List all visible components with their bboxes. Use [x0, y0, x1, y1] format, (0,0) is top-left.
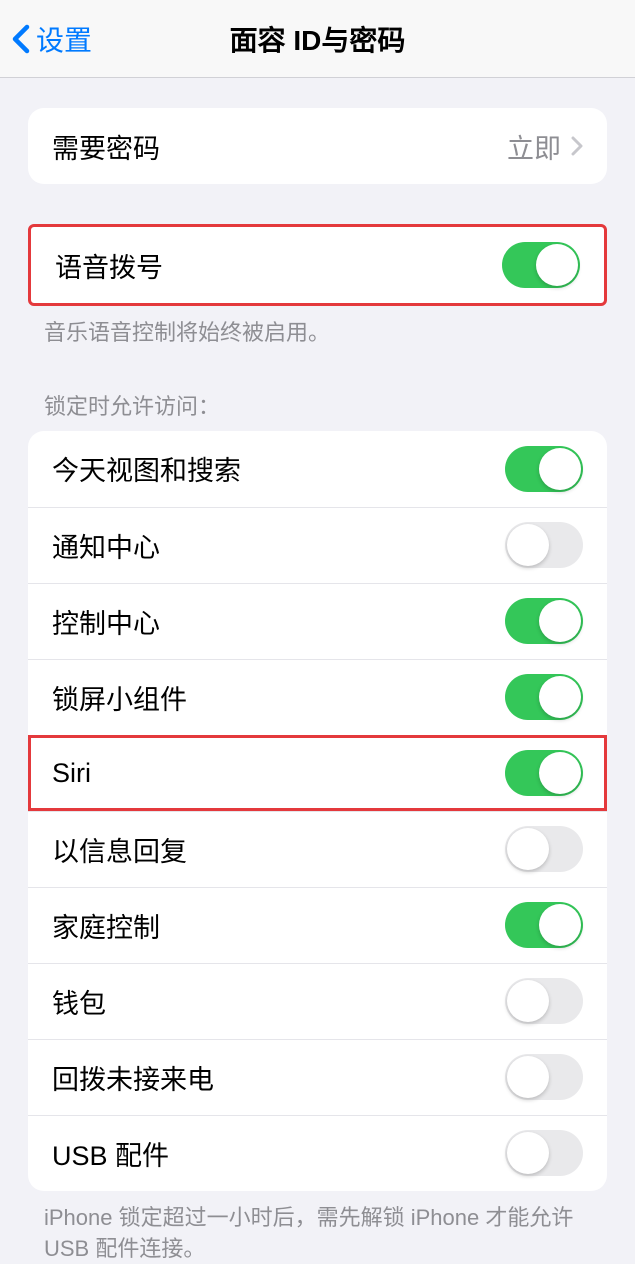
- lock-access-toggle[interactable]: [505, 902, 583, 948]
- lock-access-row: 通知中心: [28, 507, 607, 583]
- lock-access-toggle[interactable]: [505, 522, 583, 568]
- lock-access-label: 家庭控制: [52, 906, 160, 945]
- lock-access-row: 回拨未接来电: [28, 1039, 607, 1115]
- lock-access-row: USB 配件: [28, 1115, 607, 1191]
- lock-access-toggle[interactable]: [505, 1054, 583, 1100]
- lock-access-toggle[interactable]: [505, 446, 583, 492]
- lock-access-label: USB 配件: [52, 1134, 169, 1173]
- lock-access-row: 家庭控制: [28, 887, 607, 963]
- lock-access-label: 今天视图和搜索: [52, 449, 241, 488]
- voice-dial-toggle[interactable]: [502, 242, 580, 288]
- require-passcode-value: 立即: [507, 127, 561, 166]
- require-passcode-label: 需要密码: [52, 127, 160, 166]
- lock-access-label: 回拨未接来电: [52, 1058, 214, 1097]
- lock-access-label: 以信息回复: [52, 830, 187, 869]
- lock-access-row: 锁屏小组件: [28, 659, 607, 735]
- voice-dial-group: 语音拨号: [28, 224, 607, 306]
- voice-dial-footer: 音乐语音控制将始终被启用。: [44, 318, 591, 349]
- lock-access-toggle[interactable]: [505, 750, 583, 796]
- voice-dial-label: 语音拨号: [55, 246, 163, 285]
- back-label: 设置: [36, 19, 92, 59]
- voice-dial-row: 语音拨号: [31, 227, 604, 303]
- require-passcode-row[interactable]: 需要密码 立即: [28, 108, 607, 184]
- lock-access-footer: iPhone 锁定超过一小时后，需先解锁 iPhone 才能允许USB 配件连接…: [44, 1203, 591, 1264]
- lock-access-row: 钱包: [28, 963, 607, 1039]
- chevron-left-icon: [12, 24, 30, 54]
- lock-access-toggle[interactable]: [505, 674, 583, 720]
- lock-access-label: 通知中心: [52, 526, 160, 565]
- lock-access-toggle[interactable]: [505, 1130, 583, 1176]
- lock-access-row: Siri: [28, 735, 607, 811]
- lock-access-label: 钱包: [52, 982, 106, 1021]
- lock-access-row: 控制中心: [28, 583, 607, 659]
- page-title: 面容 ID与密码: [230, 19, 406, 59]
- chevron-right-icon: [571, 136, 583, 156]
- lock-access-toggle[interactable]: [505, 826, 583, 872]
- lock-access-header: 锁定时允许访问：: [44, 389, 591, 421]
- lock-access-row: 以信息回复: [28, 811, 607, 887]
- lock-access-group: 今天视图和搜索通知中心控制中心锁屏小组件 Siri 以信息回复家庭控制钱包回拨未接来…: [28, 431, 607, 1191]
- back-button[interactable]: 设置: [12, 19, 92, 59]
- require-passcode-group: 需要密码 立即: [28, 108, 607, 184]
- lock-access-toggle[interactable]: [505, 598, 583, 644]
- lock-access-label: Siri: [52, 758, 91, 789]
- lock-access-label: 锁屏小组件: [52, 678, 187, 717]
- nav-header: 设置 面容 ID与密码: [0, 0, 635, 78]
- lock-access-label: 控制中心: [52, 602, 160, 641]
- lock-access-row: 今天视图和搜索: [28, 431, 607, 507]
- lock-access-toggle[interactable]: [505, 978, 583, 1024]
